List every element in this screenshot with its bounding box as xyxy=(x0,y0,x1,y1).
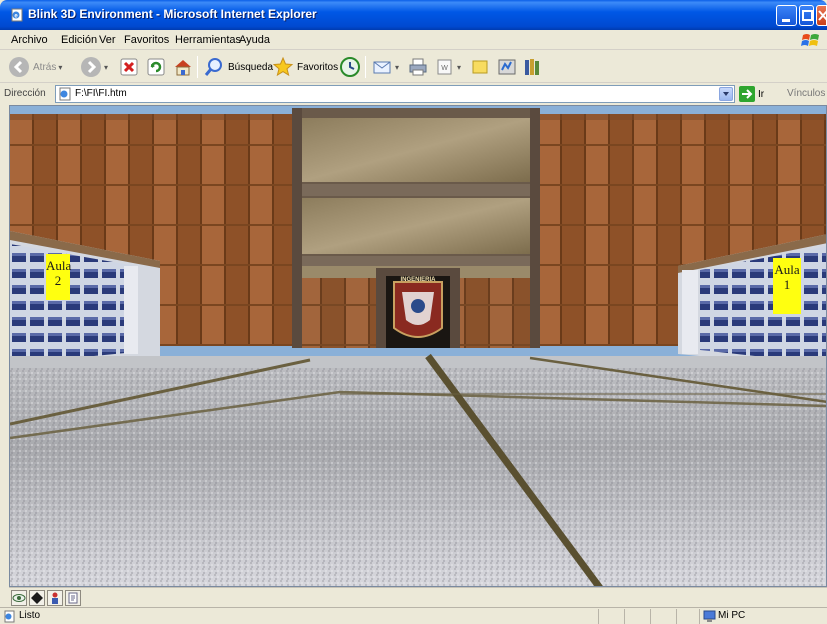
status-panel xyxy=(598,609,599,624)
history-button[interactable] xyxy=(339,54,361,80)
viewpoint-button[interactable] xyxy=(65,590,81,606)
maximize-button[interactable] xyxy=(799,5,814,26)
menu-archivo[interactable]: Archivo xyxy=(11,34,48,46)
blink-3d-viewport[interactable]: INGENIERIA Aula 2 Aula 1 xyxy=(9,105,827,587)
status-panel xyxy=(676,609,677,624)
messenger-icon xyxy=(498,59,516,75)
research-button[interactable] xyxy=(522,54,544,80)
discuss-button[interactable] xyxy=(470,54,490,80)
mail-dropdown-icon[interactable]: ▾ xyxy=(395,63,399,72)
tower-window-top xyxy=(300,118,532,182)
go-arrow-icon xyxy=(739,86,755,102)
standard-toolbar: Atrás ▾ ▾ Búsqueda Favoritos ▾ W ▾ xyxy=(0,51,827,83)
diamond-icon xyxy=(31,592,43,604)
search-button[interactable]: Búsqueda xyxy=(203,54,273,80)
crest-text: INGENIERIA xyxy=(400,277,436,283)
page-icon xyxy=(59,87,71,101)
forward-dropdown-icon[interactable]: ▾ xyxy=(104,63,108,72)
aula-2-word: Aula xyxy=(46,258,72,273)
address-url: F:\FI\FI.htm xyxy=(75,88,127,99)
aula-1-word: Aula xyxy=(774,262,800,277)
browser-window: e Blink 3D Environment - Microsoft Inter… xyxy=(0,0,827,624)
search-label: Búsqueda xyxy=(228,61,274,73)
forward-arrow-icon xyxy=(81,57,101,77)
edit-button[interactable]: W ▾ xyxy=(435,54,461,80)
toolbar-separator xyxy=(365,56,366,78)
address-label: Dirección xyxy=(4,88,46,99)
favorites-label: Favoritos xyxy=(297,61,339,73)
back-dropdown-icon[interactable]: ▾ xyxy=(58,63,62,72)
status-panel xyxy=(699,609,700,624)
links-label[interactable]: Vínculos xyxy=(787,88,825,99)
status-text: Listo xyxy=(19,610,41,621)
research-books-icon xyxy=(525,59,539,75)
aula-2-sign[interactable]: Aula 2 xyxy=(46,254,72,300)
3d-scene: INGENIERIA xyxy=(10,106,826,586)
favorites-star-icon xyxy=(272,56,294,77)
menu-edicion[interactable]: Edición xyxy=(61,34,97,46)
minimize-icon xyxy=(782,19,790,22)
close-icon xyxy=(818,10,827,21)
aula-1-sign[interactable]: Aula 1 xyxy=(773,258,801,314)
document-icon xyxy=(68,592,78,604)
print-icon xyxy=(409,58,427,76)
history-icon xyxy=(340,57,360,77)
window-title: Blink 3D Environment - Microsoft Interne… xyxy=(28,7,317,21)
back-button[interactable]: Atrás ▾ xyxy=(8,54,62,80)
search-icon xyxy=(204,58,222,76)
menu-ayuda[interactable]: Ayuda xyxy=(239,34,270,46)
mail-icon xyxy=(373,61,391,74)
print-button[interactable] xyxy=(407,54,429,80)
security-zone-text: Mi PC xyxy=(718,610,746,621)
eye-icon xyxy=(12,594,26,602)
back-label: Atrás xyxy=(33,61,57,73)
maximize-icon xyxy=(802,10,813,21)
stop-button[interactable] xyxy=(119,54,139,80)
discuss-icon xyxy=(472,60,488,74)
edit-dropdown-icon[interactable]: ▾ xyxy=(457,63,461,72)
chevron-down-icon xyxy=(723,92,729,96)
examine-mode-button[interactable] xyxy=(47,590,63,606)
refresh-icon xyxy=(147,58,165,76)
edit-page-icon: W xyxy=(437,59,452,75)
aula-1-number: 1 xyxy=(783,277,791,292)
address-bar: Dirección F:\FI\FI.htm Ir Vínculos xyxy=(0,84,827,104)
forward-button[interactable]: ▾ xyxy=(80,54,108,80)
status-panel xyxy=(624,609,625,624)
title-bar[interactable]: e Blink 3D Environment - Microsoft Inter… xyxy=(0,0,827,30)
status-panel xyxy=(650,609,651,624)
stop-icon xyxy=(120,58,138,76)
aula-2-number: 2 xyxy=(54,273,62,288)
go-label: Ir xyxy=(758,88,765,100)
status-bar: Listo Mi PC xyxy=(0,607,827,624)
menu-favoritos[interactable]: Favoritos xyxy=(124,34,169,46)
ie-page-icon: e xyxy=(11,8,23,22)
refresh-button[interactable] xyxy=(146,54,166,80)
fly-mode-button[interactable] xyxy=(29,590,45,606)
blink-navigation-bar xyxy=(9,587,827,607)
go-button[interactable]: Ir xyxy=(739,86,764,102)
address-input[interactable]: F:\FI\FI.htm xyxy=(55,85,735,103)
toolbar-separator xyxy=(197,56,198,78)
minimize-button[interactable] xyxy=(776,5,797,26)
home-button[interactable] xyxy=(172,54,194,80)
home-icon xyxy=(175,60,191,76)
back-arrow-icon xyxy=(9,57,29,77)
svg-text:W: W xyxy=(441,65,448,72)
address-dropdown-button[interactable] xyxy=(719,87,733,101)
page-done-icon xyxy=(4,610,15,623)
windows-logo-icon xyxy=(801,34,819,46)
menu-bar: Archivo Edición Ver Favoritos Herramient… xyxy=(0,30,827,50)
walk-mode-button[interactable] xyxy=(11,590,27,606)
my-computer-icon xyxy=(703,610,716,622)
person-icon xyxy=(52,592,58,604)
close-button[interactable] xyxy=(816,5,827,26)
messenger-button[interactable] xyxy=(496,54,518,80)
menu-herramientas[interactable]: Herramientas xyxy=(175,34,241,46)
mail-button[interactable]: ▾ xyxy=(371,54,399,80)
menu-ver[interactable]: Ver xyxy=(99,34,116,46)
tower-window-middle xyxy=(300,198,532,254)
favorites-button[interactable]: Favoritos xyxy=(272,54,338,80)
